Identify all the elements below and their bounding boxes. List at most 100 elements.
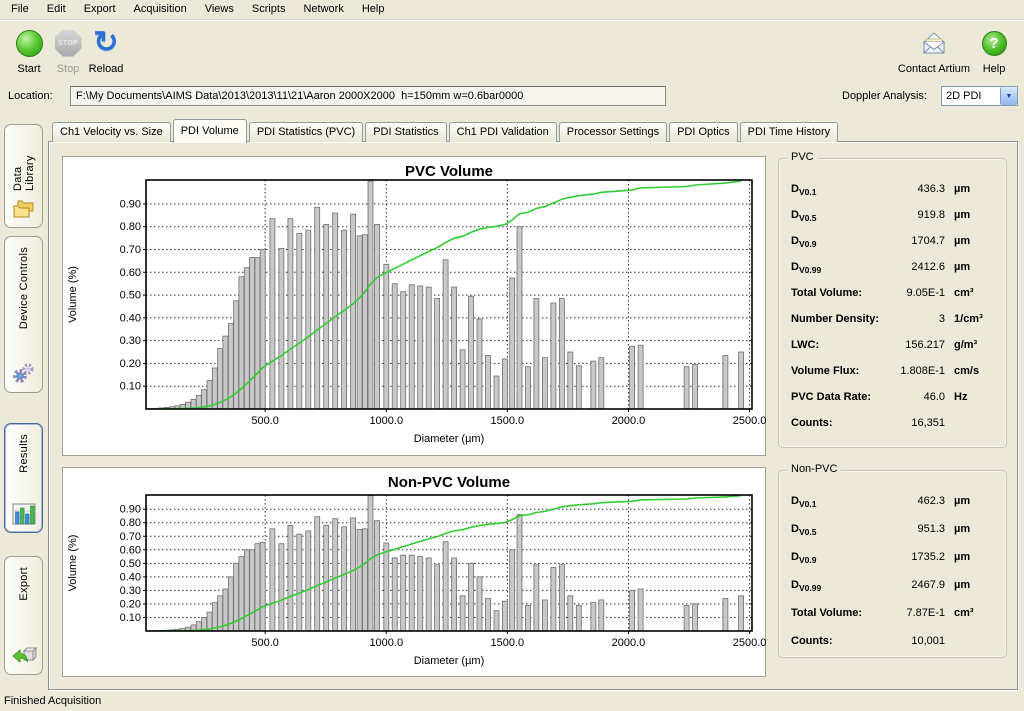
help-button[interactable]: ? Help [972, 26, 1016, 80]
stat-unit: µm [954, 183, 998, 195]
stat-value: 2412.6 [879, 261, 945, 273]
status-bar: Finished Acquisition [0, 692, 1024, 711]
stat-label: Total Volume: [791, 607, 879, 619]
non-pvc-volume-chart: 0.100.200.300.400.500.600.700.800.90500.… [63, 468, 767, 678]
menu-item-export[interactable]: Export [75, 0, 125, 17]
svg-text:0.90: 0.90 [120, 504, 141, 516]
menu-item-file[interactable]: File [2, 0, 38, 17]
tab-processor-settings[interactable]: Processor Settings [559, 122, 667, 142]
stat-value: 7.87E-1 [879, 607, 945, 619]
reload-label: Reload [83, 63, 129, 75]
tab-pdi-volume[interactable]: PDI Volume [173, 119, 247, 143]
svg-text:500.0: 500.0 [251, 415, 279, 427]
x-axis-label: Diameter (µm) [414, 433, 485, 445]
stat-value: 16,351 [879, 417, 945, 429]
sidebar-item-device-controls[interactable]: Device Controls [4, 236, 43, 393]
stat-unit: cm³ [954, 607, 998, 619]
menu-item-acquisition[interactable]: Acquisition [125, 0, 196, 17]
toolbar: Start STOP Stop ↻ Reload Contact Artium [0, 21, 1024, 83]
svg-text:1000.0: 1000.0 [369, 637, 403, 649]
non-pvc-volume-chart-panel: 0.100.200.300.400.500.600.700.800.90500.… [62, 467, 766, 677]
svg-text:0.50: 0.50 [120, 558, 141, 570]
stat-label: Counts: [791, 417, 879, 429]
app-window: FileEditExportAcquisitionViewsScriptsNet… [0, 0, 1024, 711]
pvc-volume-chart: 0.100.200.300.400.500.600.700.800.90500.… [63, 157, 767, 457]
non-pvc-stats-groupbox: Non-PVC DV0.1462.3µmDV0.5951.3µmDV0.9173… [778, 470, 1007, 658]
stat-label: Number Density: [791, 313, 879, 325]
stat-label: DV0.9 [791, 235, 879, 249]
stat-label: Volume Flux: [791, 365, 879, 377]
stat-value: 951.3 [879, 523, 945, 535]
contact-artium-button[interactable]: Contact Artium [890, 26, 978, 80]
svg-text:0.50: 0.50 [120, 290, 141, 302]
location-input[interactable]: F:\My Documents\AIMS Data\2013\2013\11\2… [70, 86, 666, 106]
location-label: Location: [8, 90, 53, 102]
svg-text:0.30: 0.30 [120, 335, 141, 347]
stat-value: 436.3 [879, 183, 945, 195]
stat-value: 156.217 [879, 339, 945, 351]
doppler-analysis-value: 2D PDI [942, 87, 1000, 105]
folders-icon [12, 197, 36, 220]
reload-button[interactable]: ↻ Reload [83, 26, 129, 80]
stat-value: 1.808E-1 [879, 365, 945, 377]
menu-item-edit[interactable]: Edit [38, 0, 75, 17]
stat-row: Number Density:31/cm³ [791, 313, 998, 330]
stat-row: PVC Data Rate:46.0Hz [791, 391, 998, 408]
svg-text:0.60: 0.60 [120, 267, 141, 279]
svg-text:2000.0: 2000.0 [612, 637, 646, 649]
stat-label: DV0.5 [791, 523, 879, 537]
svg-text:0.80: 0.80 [120, 221, 141, 233]
y-axis-label: Volume (%) [67, 535, 79, 592]
stat-value: 2467.9 [879, 579, 945, 591]
contact-artium-label: Contact Artium [890, 63, 978, 75]
svg-text:0.70: 0.70 [120, 244, 141, 256]
tab-ch1-velocity-vs-size[interactable]: Ch1 Velocity vs. Size [52, 122, 171, 142]
menu-item-network[interactable]: Network [294, 0, 352, 17]
svg-text:500.0: 500.0 [251, 637, 279, 649]
status-text: Finished Acquisition [4, 695, 101, 707]
stat-unit: µm [954, 261, 998, 273]
stat-row: Total Volume:9.05E-1cm³ [791, 287, 998, 304]
tab-pdi-time-history[interactable]: PDI Time History [740, 122, 839, 142]
tab-pdi-optics[interactable]: PDI Optics [669, 122, 738, 142]
pvc-groupbox-title: PVC [787, 151, 818, 163]
menubar: FileEditExportAcquisitionViewsScriptsNet… [0, 0, 1024, 20]
stat-label: LWC: [791, 339, 879, 351]
stat-row: DV0.5919.8µm [791, 209, 998, 226]
menu-item-views[interactable]: Views [196, 0, 243, 17]
x-axis-label: Diameter (µm) [414, 655, 485, 667]
svg-text:2500.0: 2500.0 [733, 415, 767, 427]
stat-label: DV0.99 [791, 579, 879, 593]
svg-text:0.10: 0.10 [120, 381, 141, 393]
doppler-analysis-select[interactable]: 2D PDI ▼ [941, 86, 1018, 106]
stat-row: LWC:156.217 g/m³ [791, 339, 998, 356]
stat-label: PVC Data Rate: [791, 391, 879, 403]
stat-value: 10,001 [879, 635, 945, 647]
stat-row: DV0.91704.7 µm [791, 235, 998, 252]
tab-pdi-statistics-pvc[interactable]: PDI Statistics (PVC) [249, 122, 363, 142]
stat-unit: g/m³ [954, 339, 998, 351]
stat-row: DV0.992467.9µm [791, 579, 998, 596]
stat-unit: µm [954, 235, 998, 247]
tab-ch1-pdi-validation[interactable]: Ch1 PDI Validation [449, 122, 557, 142]
stat-value: 1704.7 [879, 235, 945, 247]
tab-pdi-statistics[interactable]: PDI Statistics [365, 122, 446, 142]
menu-item-scripts[interactable]: Scripts [243, 0, 295, 17]
menu-item-help[interactable]: Help [353, 0, 394, 17]
help-label: Help [972, 63, 1016, 75]
chevron-down-icon[interactable]: ▼ [1000, 87, 1017, 105]
chart-icon [12, 499, 36, 525]
stat-unit: µm [954, 523, 998, 535]
mail-icon [918, 31, 950, 56]
stat-value: 46.0 [879, 391, 945, 403]
help-icon: ? [982, 31, 1007, 56]
stat-value: 919.8 [879, 209, 945, 221]
sidebar-item-data-library[interactable]: Data Library [4, 124, 43, 228]
svg-text:0.40: 0.40 [120, 312, 141, 324]
sidebar-item-results[interactable]: Results [4, 423, 43, 533]
reload-icon: ↻ [93, 28, 118, 58]
stat-unit: µm [954, 495, 998, 507]
sidebar-item-export[interactable]: Export [4, 556, 43, 675]
stat-label: Counts: [791, 635, 879, 647]
svg-text:2000.0: 2000.0 [612, 415, 646, 427]
